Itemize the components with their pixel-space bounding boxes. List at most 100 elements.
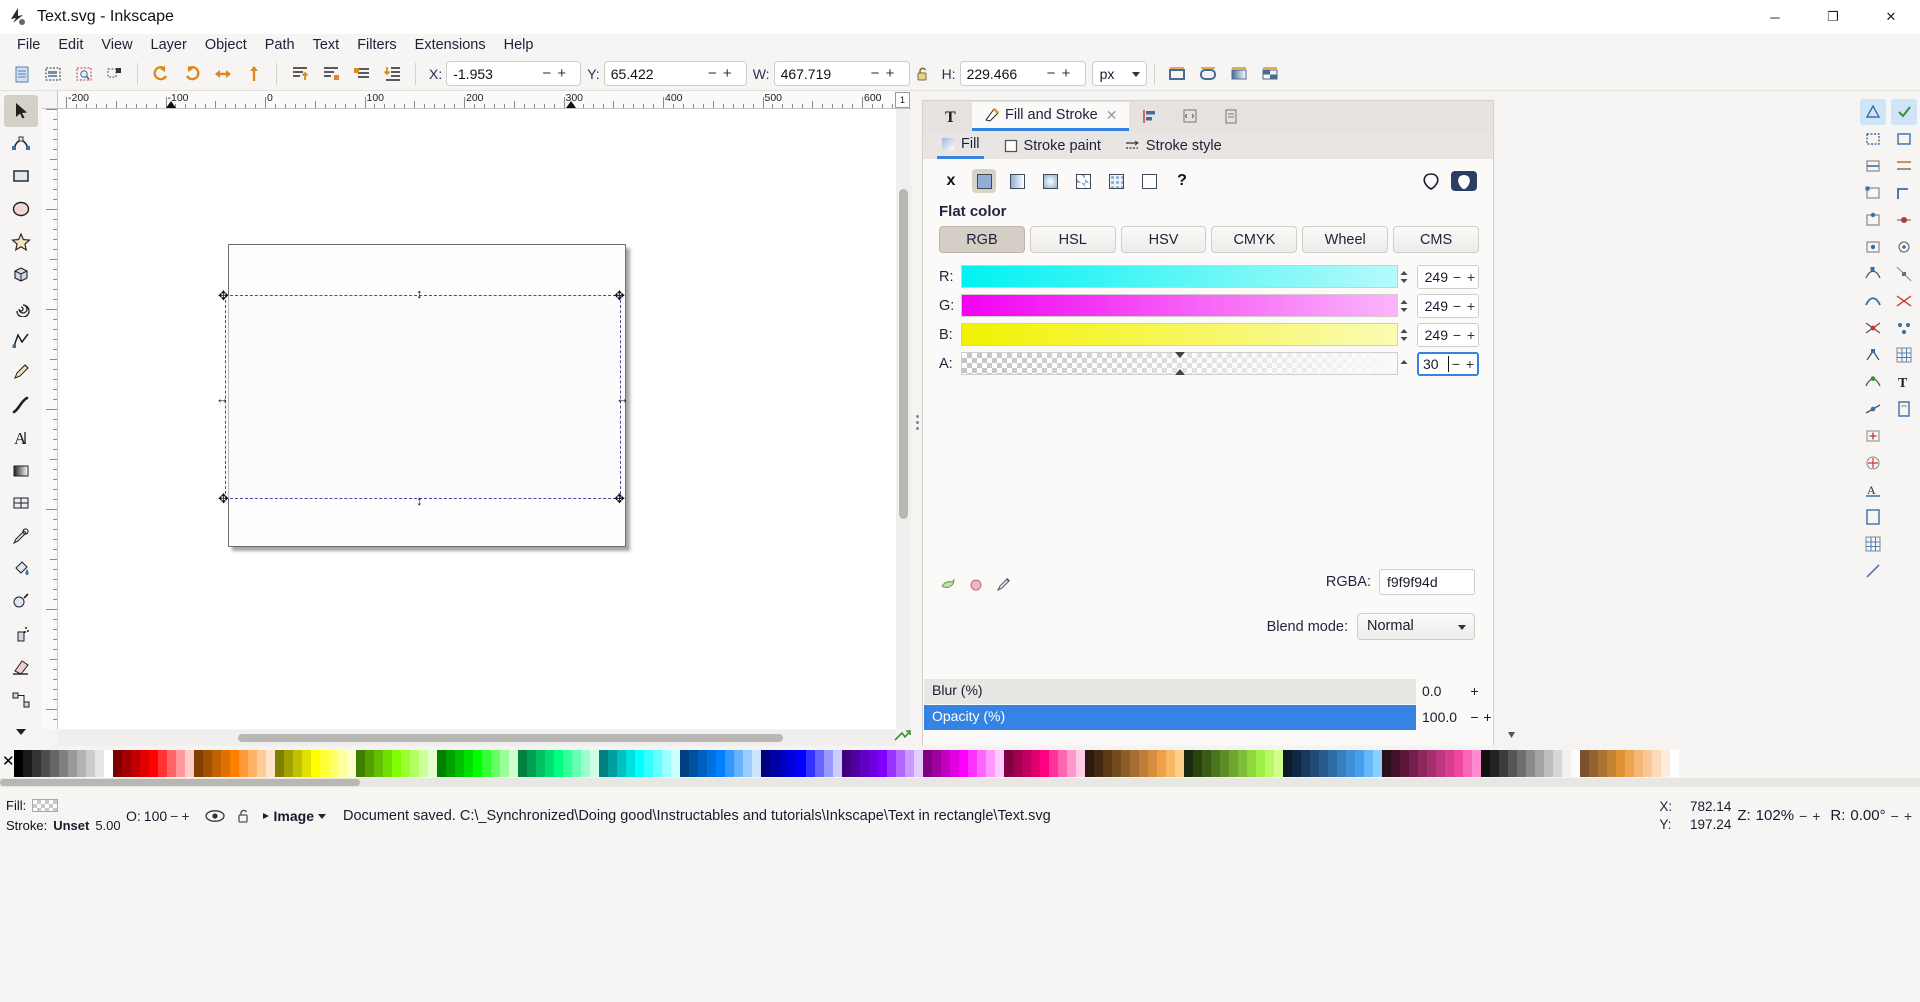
palette-swatch[interactable] bbox=[1076, 750, 1085, 777]
palette-swatch[interactable] bbox=[671, 750, 680, 777]
menu-layer[interactable]: Layer bbox=[142, 34, 196, 57]
palette-swatch[interactable] bbox=[230, 750, 239, 777]
h-field-minus[interactable]: − bbox=[1044, 62, 1059, 85]
blend-mode-select[interactable]: Normal bbox=[1357, 613, 1475, 640]
palette-swatch[interactable] bbox=[860, 750, 869, 777]
last-set-color-icon[interactable] bbox=[939, 575, 957, 593]
select-all-icon[interactable] bbox=[6, 59, 37, 89]
palette-swatch[interactable] bbox=[410, 750, 419, 777]
color-mode-wheel[interactable]: Wheel bbox=[1302, 226, 1388, 253]
snap-object-center-icon[interactable] bbox=[1860, 423, 1886, 449]
tool-3dbox[interactable] bbox=[4, 259, 38, 291]
palette-swatch[interactable] bbox=[1481, 750, 1490, 777]
pick-color-from-image-icon[interactable] bbox=[995, 575, 1013, 593]
unlock-icon[interactable] bbox=[236, 807, 252, 824]
zoom-plus[interactable]: + bbox=[1812, 808, 1820, 824]
palette-swatch[interactable] bbox=[1661, 750, 1670, 777]
snap-bbox-edge-midpoint-icon[interactable] bbox=[1860, 207, 1886, 233]
palette-swatch[interactable] bbox=[248, 750, 257, 777]
palette-swatch[interactable] bbox=[1328, 750, 1337, 777]
palette-swatch[interactable] bbox=[1220, 750, 1229, 777]
tool-ellipse[interactable] bbox=[4, 193, 38, 225]
palette-swatch[interactable] bbox=[500, 750, 509, 777]
palette-swatch[interactable] bbox=[815, 750, 824, 777]
palette-swatch[interactable] bbox=[1310, 750, 1319, 777]
channel-a-stepper[interactable] bbox=[1398, 352, 1410, 375]
lock-open-icon[interactable] bbox=[910, 61, 936, 87]
palette-swatch[interactable] bbox=[1418, 750, 1427, 777]
dock-tab-fill-and-stroke[interactable]: Fill and Stroke ✕ bbox=[972, 102, 1129, 131]
palette-swatch[interactable] bbox=[1247, 750, 1256, 777]
opacity-minus[interactable]: − bbox=[1468, 709, 1481, 725]
palette-swatch[interactable] bbox=[1616, 750, 1625, 777]
snap-path-intersection-icon[interactable] bbox=[1860, 315, 1886, 341]
canvas-horizontal-scrollbar[interactable] bbox=[58, 730, 896, 746]
palette-swatch[interactable] bbox=[581, 750, 590, 777]
palette-swatch[interactable] bbox=[1409, 750, 1418, 777]
palette-swatch[interactable] bbox=[1292, 750, 1301, 777]
flip-vertical-icon[interactable] bbox=[238, 59, 269, 89]
channel-r-field[interactable]: 249 − + bbox=[1417, 265, 1479, 289]
palette-swatch[interactable] bbox=[239, 750, 248, 777]
horizontal-ruler[interactable]: -200-1000100200300400500600700 bbox=[58, 91, 911, 109]
palette-swatch[interactable] bbox=[536, 750, 545, 777]
subtab-stroke-style[interactable]: Stroke style bbox=[1121, 132, 1226, 159]
palette-swatch[interactable] bbox=[1067, 750, 1076, 777]
palette-swatch[interactable] bbox=[401, 750, 410, 777]
palette-swatch[interactable] bbox=[455, 750, 464, 777]
channel-b-stepper[interactable] bbox=[1398, 323, 1410, 346]
fill-indicator[interactable]: Fill: bbox=[6, 796, 120, 816]
palette-swatch[interactable] bbox=[1490, 750, 1499, 777]
channel-g-minus[interactable]: − bbox=[1450, 298, 1464, 314]
h-field-plus[interactable]: + bbox=[1059, 62, 1074, 85]
tool-node[interactable] bbox=[4, 128, 38, 160]
menu-extensions[interactable]: Extensions bbox=[406, 34, 495, 57]
palette-swatch[interactable] bbox=[689, 750, 698, 777]
palette-swatch[interactable] bbox=[1139, 750, 1148, 777]
snap-toggle-icon[interactable] bbox=[1891, 99, 1917, 125]
palette-swatch[interactable] bbox=[1274, 750, 1283, 777]
flip-horizontal-icon[interactable] bbox=[207, 59, 238, 89]
palette-swatch[interactable] bbox=[1229, 750, 1238, 777]
tool-spray[interactable] bbox=[4, 618, 38, 650]
palette-swatch[interactable] bbox=[1121, 750, 1130, 777]
ruler-corner[interactable] bbox=[42, 91, 58, 109]
stroke-indicator[interactable]: Stroke: Unset 5.00 bbox=[6, 816, 120, 836]
palette-swatch[interactable] bbox=[950, 750, 959, 777]
scroll-thumb-vertical[interactable] bbox=[899, 189, 908, 519]
snap-guide-icon[interactable] bbox=[1860, 558, 1886, 584]
palette-swatch[interactable] bbox=[1400, 750, 1409, 777]
scale-handle-s[interactable]: ↕ bbox=[416, 494, 423, 507]
snap-midpoint-icon-2[interactable] bbox=[1891, 207, 1917, 233]
palette-swatch[interactable] bbox=[59, 750, 68, 777]
palette-swatch[interactable] bbox=[1193, 750, 1202, 777]
palette-swatch[interactable] bbox=[1022, 750, 1031, 777]
channel-g-field[interactable]: 249 − + bbox=[1417, 294, 1479, 318]
x-field-input[interactable] bbox=[447, 62, 539, 85]
palette-swatch[interactable] bbox=[347, 750, 356, 777]
palette-swatch[interactable] bbox=[1166, 750, 1175, 777]
palette-swatch[interactable] bbox=[302, 750, 311, 777]
scale-handle-sw[interactable]: ✥ bbox=[218, 492, 229, 505]
channel-b-slider[interactable] bbox=[961, 323, 1398, 346]
fill-type-pattern[interactable] bbox=[1071, 169, 1095, 193]
scale-handle-nw[interactable]: ✥ bbox=[218, 289, 229, 302]
palette-swatch[interactable] bbox=[428, 750, 437, 777]
deselect-icon[interactable] bbox=[68, 59, 99, 89]
palette-swatch[interactable] bbox=[1562, 750, 1571, 777]
palette-swatch[interactable] bbox=[752, 750, 761, 777]
palette-swatch[interactable] bbox=[1571, 750, 1580, 777]
color-mode-cmyk[interactable]: CMYK bbox=[1211, 226, 1297, 253]
palette-swatch[interactable] bbox=[563, 750, 572, 777]
selection-bounding-box[interactable] bbox=[225, 295, 621, 499]
menu-text[interactable]: Text bbox=[304, 34, 349, 57]
y-field-plus[interactable]: + bbox=[720, 62, 735, 85]
palette-swatch[interactable] bbox=[968, 750, 977, 777]
channel-g-plus[interactable]: + bbox=[1464, 298, 1478, 314]
palette-swatch[interactable] bbox=[1346, 750, 1355, 777]
fill-type-swatch[interactable] bbox=[1104, 169, 1128, 193]
sticky-zoom-icon[interactable] bbox=[893, 728, 911, 746]
scale-handle-e[interactable]: ↔ bbox=[616, 392, 629, 405]
palette-swatch[interactable] bbox=[212, 750, 221, 777]
select-all-in-all-layers-icon[interactable] bbox=[37, 59, 68, 89]
